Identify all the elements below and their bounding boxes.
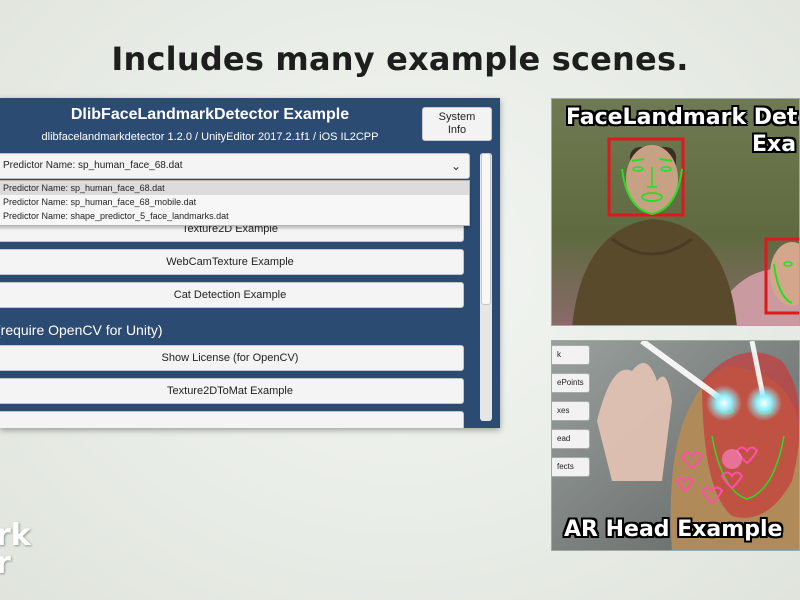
opencv-section-label: (require OpenCV for Unity) bbox=[0, 322, 163, 338]
ar-head-button-2[interactable]: ePoints bbox=[552, 373, 590, 393]
top-caption-line1: FaceLandmark Detec bbox=[566, 105, 800, 130]
chevron-down-icon: ⌄ bbox=[450, 159, 461, 173]
face-landmark-screenshot: FaceLandmark Detec Exa bbox=[551, 98, 800, 326]
predictor-dropdown[interactable]: Predictor Name: sp_human_face_68.dat ⌄ bbox=[0, 153, 470, 179]
panel-subtitle: dlibfacelandmarkdetector 1.2.0 / UnityEd… bbox=[41, 131, 379, 143]
ar-head-button-5[interactable]: fects bbox=[552, 457, 590, 477]
dropdown-option[interactable]: Predictor Name: shape_predictor_5_face_l… bbox=[0, 209, 469, 223]
system-info-label-2: Info bbox=[447, 124, 467, 136]
system-info-button[interactable]: System Info bbox=[422, 107, 492, 141]
system-info-label-1: System bbox=[438, 111, 476, 123]
top-caption-line2: Exa bbox=[752, 132, 797, 157]
texture2dtomat-example-button[interactable]: Texture2DToMat Example bbox=[0, 378, 464, 404]
ar-head-button-3[interactable]: xes bbox=[552, 401, 590, 421]
predictor-dropdown-value: Predictor Name: sp_human_face_68.dat bbox=[3, 160, 183, 171]
dropdown-option[interactable]: Predictor Name: sp_human_face_68_mobile.… bbox=[0, 195, 469, 209]
page-headline: Includes many example scenes. bbox=[111, 40, 689, 78]
predictor-dropdown-list: Predictor Name: sp_human_face_68.dat Pre… bbox=[0, 180, 470, 226]
ar-head-button-4[interactable]: ead bbox=[552, 429, 590, 449]
webcamtexture-example-button[interactable]: WebCamTexture Example bbox=[0, 249, 464, 275]
show-license-button[interactable]: Show License (for OpenCV) bbox=[0, 345, 464, 371]
wordmark-line-2: r bbox=[0, 546, 11, 581]
next-example-button[interactable] bbox=[0, 411, 464, 428]
brand-wordmark: rk r bbox=[0, 521, 31, 581]
scrollbar[interactable] bbox=[480, 153, 492, 421]
cat-detection-example-button[interactable]: Cat Detection Example bbox=[0, 282, 464, 308]
example-panel: DlibFaceLandmarkDetector Example dlibfac… bbox=[0, 98, 500, 428]
scrollbar-thumb[interactable] bbox=[481, 153, 491, 305]
panel-title: DlibFaceLandmarkDetector Example bbox=[70, 106, 350, 123]
ar-head-screenshot: k ePoints xes ead fects AR Head Example bbox=[551, 340, 800, 551]
dropdown-option[interactable]: Predictor Name: sp_human_face_68.dat bbox=[0, 181, 469, 195]
ar-head-button-1[interactable]: k bbox=[552, 345, 590, 365]
bottom-caption: AR Head Example bbox=[564, 517, 783, 542]
